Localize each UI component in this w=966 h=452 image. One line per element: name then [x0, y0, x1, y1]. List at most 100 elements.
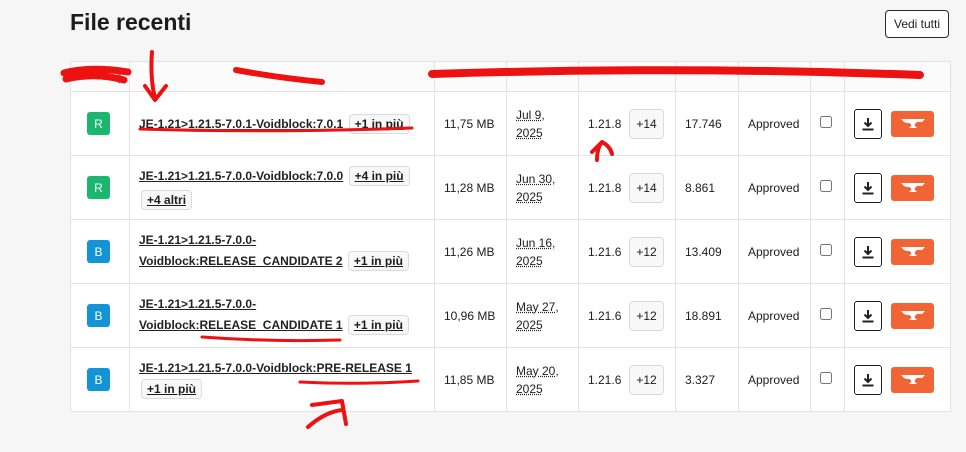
page-title: File recenti	[70, 9, 192, 35]
actions-cell	[844, 155, 951, 220]
type-cell: R	[70, 155, 130, 220]
downloads-header[interactable]	[675, 61, 739, 92]
more-versions-pill[interactable]: +4 in più	[348, 165, 410, 186]
curseforge-install-button[interactable]	[891, 366, 934, 393]
release-type-badge: B	[87, 240, 110, 263]
more-versions-pill[interactable]: +1 in più	[347, 314, 409, 335]
actions-cell	[844, 91, 951, 156]
anvil-icon	[900, 310, 925, 320]
row-select-checkbox[interactable]	[820, 180, 832, 192]
download-icon	[862, 117, 874, 130]
row-select-checkbox[interactable]	[820, 116, 832, 128]
file-name-link[interactable]: JE-1.21>1.21.5-7.0.0-Voidblock:7.0.0	[139, 169, 343, 183]
download-button[interactable]	[854, 364, 882, 395]
name-cell: JE-1.21>1.21.5-7.0.0-Voidblock:7.0.0 +4 …	[129, 155, 435, 220]
date-cell: Jun 30, 2025	[506, 155, 579, 220]
more-game-versions-button[interactable]: +12	[629, 364, 664, 395]
downloads-cell: 8.861	[675, 155, 739, 220]
actions-cell	[844, 347, 951, 412]
game-version: 1.21.8	[588, 180, 622, 195]
actions-cell	[844, 283, 951, 348]
type-cell: B	[70, 219, 130, 284]
name-header[interactable]	[129, 61, 435, 92]
more-versions-pill[interactable]: +1 in più	[141, 378, 203, 399]
download-button[interactable]	[854, 236, 882, 267]
game-version: 1.21.8	[588, 116, 622, 131]
more-game-versions-button[interactable]: +12	[629, 300, 664, 331]
name-cell: JE-1.21>1.21.5-7.0.0-Voidblock:RELEASE_C…	[129, 283, 435, 348]
curseforge-install-button[interactable]	[891, 110, 934, 137]
row-select-checkbox[interactable]	[820, 244, 832, 256]
download-icon	[862, 245, 874, 258]
type-cell: B	[70, 347, 130, 412]
status-header[interactable]	[738, 61, 811, 92]
size-header[interactable]	[434, 61, 507, 92]
name-cell: JE-1.21>1.21.5-7.0.0-Voidblock:RELEASE_C…	[129, 219, 435, 284]
downloads-cell: 3.327	[675, 347, 739, 412]
row-select-checkbox[interactable]	[820, 372, 832, 384]
release-type-badge: B	[87, 304, 110, 327]
table-row: B JE-1.21>1.21.5-7.0.0-Voidblock:RELEASE…	[70, 283, 951, 348]
date-header[interactable]	[506, 61, 579, 92]
type-header[interactable]: ▲ ▼	[70, 61, 130, 92]
download-icon	[862, 181, 874, 194]
version-cell: 1.21.6 +12	[578, 219, 676, 284]
game-version: 1.21.6	[588, 244, 622, 259]
select-cell	[810, 347, 845, 412]
view-all-button[interactable]: Vedi tutti	[885, 10, 949, 38]
version-cell: 1.21.8 +14	[578, 91, 676, 156]
select-cell	[810, 91, 845, 156]
anvil-icon	[900, 118, 925, 128]
size-cell: 10,96 MB	[434, 283, 507, 348]
select-cell	[810, 155, 845, 220]
file-name-link[interactable]: JE-1.21>1.21.5-7.0.0-Voidblock:PRE-RELEA…	[139, 361, 412, 375]
version-cell: 1.21.6 +12	[578, 283, 676, 348]
more-versions-pill[interactable]: +1 in più	[348, 113, 410, 134]
release-type-badge: R	[87, 176, 110, 199]
upload-date: Jun 16, 2025	[516, 235, 556, 268]
curseforge-install-button[interactable]	[891, 302, 934, 329]
sort-icon[interactable]: ▲ ▼	[115, 69, 123, 86]
more-others-pill[interactable]: +4 altri	[141, 189, 193, 210]
anvil-icon	[900, 246, 925, 256]
type-cell: B	[70, 283, 130, 348]
version-header[interactable]	[578, 61, 676, 92]
version-cell: 1.21.8 +14	[578, 155, 676, 220]
file-name-link[interactable]: JE-1.21>1.21.5-7.0.0-Voidblock:RELEASE_C…	[139, 297, 343, 332]
status-cell: Approved	[738, 91, 811, 156]
curseforge-install-button[interactable]	[891, 174, 934, 201]
download-button[interactable]	[854, 172, 882, 203]
anvil-icon	[900, 182, 925, 192]
more-game-versions-button[interactable]: +12	[629, 236, 664, 267]
status-cell: Approved	[738, 155, 811, 220]
table-row: B JE-1.21>1.21.5-7.0.0-Voidblock:RELEASE…	[70, 219, 951, 284]
table-row: R JE-1.21>1.21.5-7.0.1-Voidblock:7.0.1 +…	[70, 91, 951, 156]
size-cell: 11,75 MB	[434, 91, 507, 156]
more-game-versions-button[interactable]: +14	[629, 108, 664, 139]
download-icon	[862, 309, 874, 322]
size-cell: 11,85 MB	[434, 347, 507, 412]
date-cell: Jul 9, 2025	[506, 91, 579, 156]
upload-date: Jun 30, 2025	[516, 171, 556, 204]
game-version: 1.21.6	[588, 308, 622, 323]
actions-header	[844, 61, 951, 92]
more-game-versions-button[interactable]: +14	[629, 172, 664, 203]
date-cell: May 27, 2025	[506, 283, 579, 348]
download-button[interactable]	[854, 300, 882, 331]
status-cell: Approved	[738, 283, 811, 348]
status-cell: Approved	[738, 219, 811, 284]
actions-cell	[844, 219, 951, 284]
more-versions-pill[interactable]: +1 in più	[347, 250, 409, 271]
upload-date: May 27, 2025	[516, 299, 559, 332]
row-select-checkbox[interactable]	[820, 308, 832, 320]
size-cell: 11,26 MB	[434, 219, 507, 284]
downloads-cell: 17.746	[675, 91, 739, 156]
file-name-link[interactable]: JE-1.21>1.21.5-7.0.1-Voidblock:7.0.1	[139, 117, 343, 131]
version-cell: 1.21.6 +12	[578, 347, 676, 412]
size-cell: 11,28 MB	[434, 155, 507, 220]
download-button[interactable]	[854, 108, 882, 139]
curseforge-install-button[interactable]	[891, 238, 934, 265]
recent-files-table: ▲ ▼ R JE-1.21>1.21.5-7.0.1-Voidblock:7.0.…	[70, 61, 951, 412]
file-name-link[interactable]: JE-1.21>1.21.5-7.0.0-Voidblock:RELEASE_C…	[139, 233, 343, 268]
date-cell: May 20, 2025	[506, 347, 579, 412]
